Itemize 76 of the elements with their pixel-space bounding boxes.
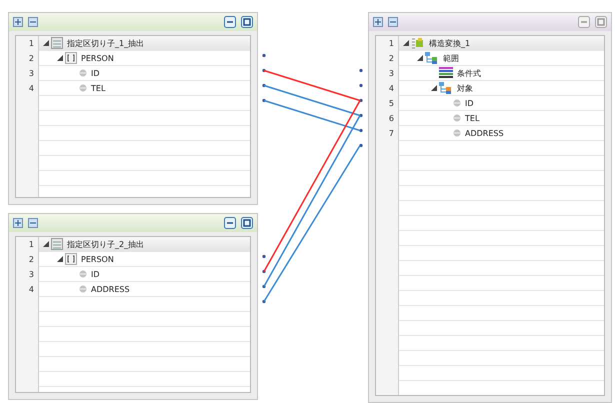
tree-item-label[interactable]: ADDRESS [91, 284, 130, 294]
expand-toggle-icon[interactable] [57, 256, 65, 262]
dot-icon [79, 270, 87, 278]
tree-item-label[interactable]: TEL [465, 114, 480, 122]
line-number: 6 [388, 113, 395, 125]
expand-toggle-icon[interactable] [43, 40, 51, 46]
mapping-line[interactable] [264, 70, 360, 102]
port-dot[interactable] [262, 270, 266, 274]
mapping-line[interactable] [263, 145, 361, 302]
line-number: 7 [388, 128, 395, 140]
tree-item-label[interactable]: 構造変換_1 [429, 38, 470, 48]
tree-item-label[interactable]: PERSON [81, 254, 114, 264]
minimize-icon[interactable] [224, 16, 236, 28]
port-dot[interactable] [262, 98, 266, 102]
structure-icon [411, 37, 425, 49]
port-dot[interactable] [359, 144, 363, 148]
maximize-icon[interactable] [241, 217, 253, 229]
dot-icon [79, 69, 87, 77]
expand-all-icon[interactable] [13, 218, 23, 228]
line-number: 3 [388, 68, 395, 80]
expand-toggle-icon[interactable] [431, 85, 439, 91]
port-dot[interactable] [262, 84, 266, 88]
tree-item-label[interactable]: ID [465, 98, 474, 108]
collapse-all-icon[interactable] [388, 17, 398, 27]
expand-all-icon[interactable] [373, 17, 383, 27]
line-number: 2 [388, 53, 395, 65]
line-number: 4 [388, 83, 395, 95]
collapse-all-icon[interactable] [28, 17, 38, 27]
mapping-line[interactable] [263, 100, 361, 272]
expand-toggle-icon[interactable] [417, 55, 425, 61]
tree-item-label[interactable]: 対象 [457, 82, 473, 94]
tree-item-label[interactable]: PERSON [81, 54, 114, 62]
line-number: 4 [28, 284, 35, 296]
maximize-icon[interactable] [241, 16, 253, 28]
tree-item-label[interactable]: ID [91, 68, 100, 78]
tree-item-label[interactable]: 範囲 [443, 52, 459, 64]
expand-all-icon[interactable] [13, 17, 23, 27]
mapping-line[interactable] [264, 100, 360, 132]
collapse-all-icon[interactable] [28, 218, 38, 228]
line-number: 3 [28, 269, 35, 281]
port-dot[interactable] [262, 300, 266, 304]
expand-toggle-icon[interactable] [403, 40, 411, 46]
line-number: 3 [28, 68, 35, 80]
line-number: 1 [28, 38, 35, 50]
dot-icon [79, 84, 87, 92]
hierarchy-icon [425, 52, 439, 64]
line-number: 2 [28, 254, 35, 266]
line-number: 5 [388, 98, 395, 110]
port-dot[interactable] [359, 98, 363, 102]
tree-item-label[interactable]: TEL [91, 84, 106, 92]
port-dot[interactable] [262, 284, 266, 288]
expand-toggle-icon[interactable] [43, 241, 51, 247]
port-dot[interactable] [359, 84, 363, 88]
minimize-icon[interactable] [224, 217, 236, 229]
mapping-line[interactable] [264, 84, 360, 116]
tree-item-label[interactable]: 条件式 [457, 68, 481, 78]
line-number: 2 [28, 53, 35, 65]
tree-item-label[interactable]: ID [91, 270, 100, 278]
port-dot[interactable] [262, 54, 266, 58]
tree-item-label[interactable]: ADDRESS [465, 128, 504, 138]
line-number: 1 [388, 38, 395, 50]
hierarchy-icon [439, 82, 453, 94]
port-dot[interactable] [359, 68, 363, 72]
dot-icon [79, 285, 87, 293]
line-number: 1 [28, 239, 35, 251]
port-dot[interactable] [359, 114, 363, 118]
line-number: 4 [28, 83, 35, 95]
mapping-line[interactable] [263, 115, 361, 287]
port-dot[interactable] [262, 68, 266, 72]
port-dot[interactable] [359, 128, 363, 132]
port-dot[interactable] [262, 254, 266, 258]
dot-icon [453, 129, 461, 137]
expand-toggle-icon[interactable] [57, 55, 65, 61]
list-icon [439, 67, 453, 79]
dot-icon [453, 114, 461, 122]
dot-icon [453, 99, 461, 107]
